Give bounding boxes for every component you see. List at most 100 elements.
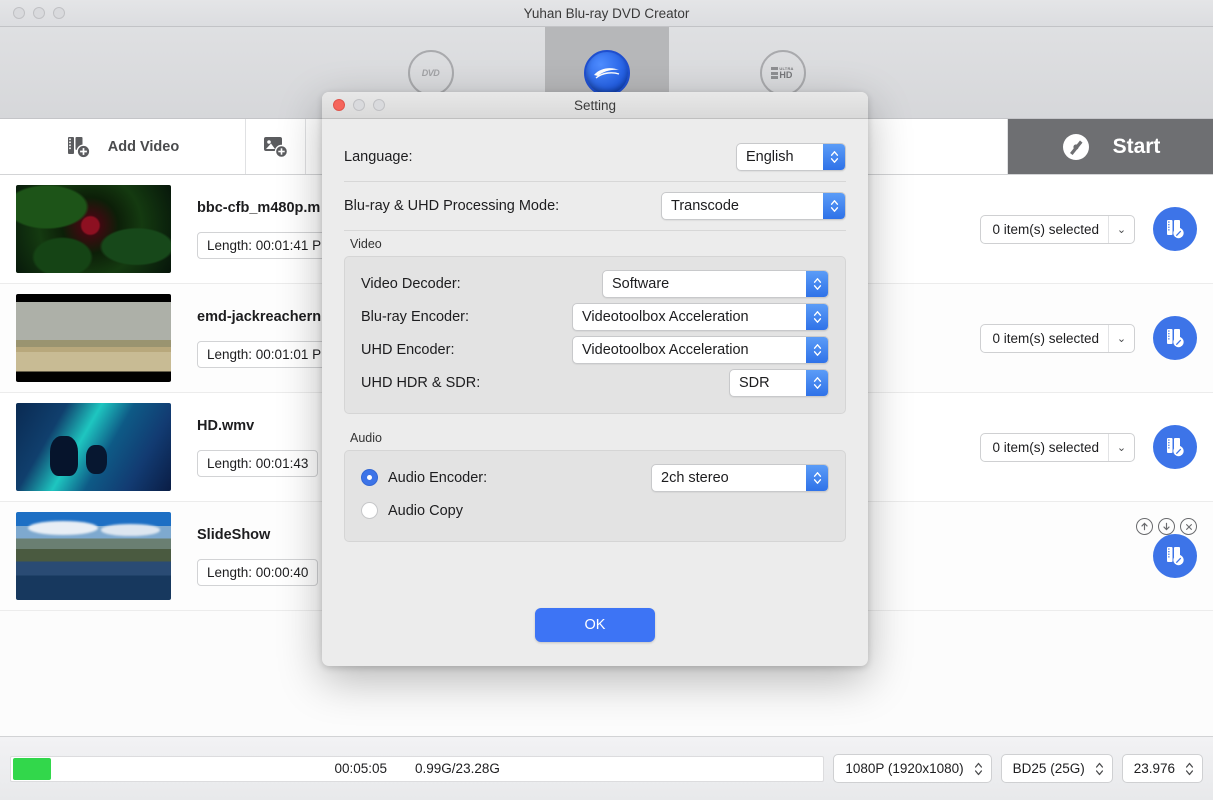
edit-video-button[interactable] bbox=[1153, 316, 1197, 360]
audio-encoder-row: Audio Encoder: 2ch stereo bbox=[361, 461, 829, 494]
audio-encoder-radio[interactable] bbox=[361, 469, 378, 486]
stepper-icon[interactable] bbox=[806, 369, 828, 396]
remove-icon[interactable] bbox=[1180, 518, 1197, 535]
add-photo-button[interactable] bbox=[246, 119, 306, 174]
add-video-label: Add Video bbox=[107, 138, 180, 155]
move-up-icon[interactable] bbox=[1136, 518, 1153, 535]
film-edit-icon bbox=[1167, 438, 1184, 457]
resolution-select[interactable]: 1080P (1920x1080) bbox=[833, 754, 992, 783]
resolution-value: 1080P (1920x1080) bbox=[845, 761, 964, 776]
audio-copy-label: Audio Copy bbox=[388, 502, 463, 519]
ok-button[interactable]: OK bbox=[535, 608, 655, 642]
video-decoder-label: Video Decoder: bbox=[361, 275, 461, 292]
stepper-icon[interactable] bbox=[806, 336, 828, 363]
uhd-encoder-value: Videotoolbox Acceleration bbox=[582, 341, 749, 358]
chevron-down-icon: ⌄ bbox=[1108, 324, 1134, 352]
video-decoder-value: Software bbox=[612, 275, 670, 292]
stepper-icon[interactable] bbox=[806, 464, 828, 491]
chevron-down-icon: ⌄ bbox=[1108, 433, 1134, 461]
bluray-encoder-value: Videotoolbox Acceleration bbox=[582, 308, 749, 325]
stepper-icon[interactable] bbox=[823, 193, 845, 219]
uhd-hdr-sdr-value: SDR bbox=[739, 374, 770, 391]
film-edit-icon bbox=[1167, 547, 1184, 566]
bluray-encoder-row: Blu-ray Encoder: Videotoolbox Accelerati… bbox=[361, 300, 829, 333]
disc-burn-icon bbox=[1062, 133, 1089, 160]
bluray-encoder-label: Blu-ray Encoder: bbox=[361, 308, 469, 325]
row-actions: 0 item(s) selected ⌄ bbox=[980, 425, 1197, 469]
stepper-icon bbox=[1185, 762, 1194, 775]
subtitle-select-value: 0 item(s) selected bbox=[992, 330, 1099, 346]
video-thumbnail bbox=[16, 403, 171, 491]
row-actions: 0 item(s) selected ⌄ bbox=[980, 316, 1197, 360]
video-group-label: Video bbox=[350, 237, 382, 251]
language-select[interactable]: English bbox=[736, 143, 846, 171]
start-label: Start bbox=[1112, 134, 1161, 158]
file-length: Length: 00:01:41 P bbox=[197, 231, 332, 259]
uhd-encoder-label: UHD Encoder: bbox=[361, 341, 455, 358]
uhd-encoder-row: UHD Encoder: Videotoolbox Acceleration bbox=[361, 333, 829, 366]
dialog-titlebar: Setting bbox=[322, 92, 868, 119]
subtitle-select[interactable]: 0 item(s) selected ⌄ bbox=[980, 214, 1135, 244]
start-button[interactable]: Start bbox=[1008, 119, 1213, 174]
processing-mode-value: Transcode bbox=[671, 198, 739, 214]
edit-video-button[interactable] bbox=[1153, 425, 1197, 469]
stepper-icon[interactable] bbox=[823, 144, 845, 170]
disc-type-value: BD25 (25G) bbox=[1012, 761, 1085, 776]
subtitle-select-value: 0 item(s) selected bbox=[992, 221, 1099, 237]
stepper-icon bbox=[1095, 762, 1103, 775]
audio-encoder-value: 2ch stereo bbox=[661, 469, 729, 486]
edit-video-button[interactable] bbox=[1153, 534, 1197, 578]
audio-encoder-label: Audio Encoder: bbox=[388, 469, 488, 486]
status-bar: 00:05:05 0.99G/23.28G 1080P (1920x1080) … bbox=[0, 736, 1213, 800]
window-title: Yuhan Blu-ray DVD Creator bbox=[523, 5, 690, 21]
progress-bar: 00:05:05 0.99G/23.28G bbox=[10, 755, 825, 782]
video-decoder-row: Video Decoder: Software bbox=[361, 267, 829, 300]
uhd-encoder-select[interactable]: Videotoolbox Acceleration bbox=[572, 335, 829, 364]
file-length: Length: 00:01:01 P bbox=[197, 340, 332, 368]
row-actions bbox=[1153, 534, 1197, 578]
edit-video-button[interactable] bbox=[1153, 207, 1197, 251]
framerate-select[interactable]: 23.976 bbox=[1121, 754, 1203, 783]
subtitle-select[interactable]: 0 item(s) selected ⌄ bbox=[980, 323, 1135, 353]
stepper-icon bbox=[974, 762, 982, 775]
uhd-hdr-sdr-label: UHD HDR & SDR: bbox=[361, 374, 481, 391]
dialog-title: Setting bbox=[573, 97, 617, 113]
video-thumbnail bbox=[16, 512, 171, 600]
stepper-icon[interactable] bbox=[806, 270, 828, 297]
processing-mode-row: Blu-ray & UHD Processing Mode: Transcode bbox=[344, 182, 846, 230]
audio-group: Audio Encoder: 2ch stereo Audio Copy bbox=[344, 450, 846, 542]
language-row: Language: English bbox=[344, 133, 846, 181]
progress-text: 00:05:05 0.99G/23.28G bbox=[11, 761, 823, 776]
film-edit-icon bbox=[1167, 329, 1184, 348]
dvd-disc-icon: DVD bbox=[407, 50, 454, 96]
add-video-button[interactable]: Add Video bbox=[0, 119, 246, 174]
row-actions: 0 item(s) selected ⌄ bbox=[980, 207, 1197, 251]
film-strip-plus-icon bbox=[67, 136, 91, 159]
audio-copy-radio[interactable] bbox=[361, 502, 378, 519]
bluray-encoder-select[interactable]: Videotoolbox Acceleration bbox=[572, 302, 829, 331]
uhd-hdr-sdr-select[interactable]: SDR bbox=[729, 368, 829, 397]
bluray-disc-icon bbox=[583, 50, 630, 96]
audio-encoder-select[interactable]: 2ch stereo bbox=[651, 463, 829, 492]
video-decoder-select[interactable]: Software bbox=[602, 269, 829, 298]
processing-mode-label: Blu-ray & UHD Processing Mode: bbox=[344, 198, 560, 214]
subtitle-select-value: 0 item(s) selected bbox=[992, 439, 1099, 455]
processing-mode-select[interactable]: Transcode bbox=[661, 192, 846, 220]
dialog-footer: OK bbox=[344, 608, 846, 642]
video-thumbnail bbox=[16, 185, 171, 273]
audio-copy-row: Audio Copy bbox=[361, 494, 829, 527]
elapsed-time: 00:05:05 bbox=[334, 761, 388, 776]
disc-usage: 0.99G/23.28G bbox=[415, 761, 500, 776]
uhd-hdr-sdr-row: UHD HDR & SDR: SDR bbox=[361, 366, 829, 399]
stepper-icon[interactable] bbox=[806, 303, 828, 330]
language-label: Language: bbox=[344, 149, 413, 165]
film-edit-icon bbox=[1167, 220, 1184, 239]
subtitle-select[interactable]: 0 item(s) selected ⌄ bbox=[980, 432, 1135, 462]
audio-group-label: Audio bbox=[350, 431, 382, 445]
video-group: Video Decoder: Software Blu-ray Encoder:… bbox=[344, 256, 846, 414]
dialog-body: Language: English Blu-ray & UHD Processi… bbox=[322, 133, 868, 642]
move-down-icon[interactable] bbox=[1158, 518, 1175, 535]
disc-type-select[interactable]: BD25 (25G) bbox=[1000, 754, 1113, 783]
setting-dialog: Setting Language: English Blu-ray & UHD … bbox=[322, 92, 868, 666]
photo-plus-icon bbox=[263, 136, 288, 158]
